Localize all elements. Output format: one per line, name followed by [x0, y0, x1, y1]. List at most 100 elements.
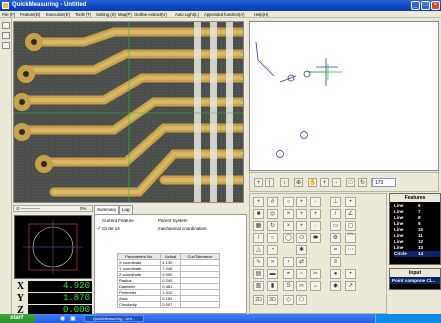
tool-select-icon[interactable]: [2, 22, 10, 29]
add-icon[interactable]: +: [296, 221, 307, 231]
triangle-icon[interactable]: △: [253, 245, 264, 255]
table-row[interactable]: Circularity 0.007: [116, 301, 220, 308]
parent-system-value: mechanical coordination: [158, 226, 207, 231]
curve-icon[interactable]: ∿: [253, 257, 264, 267]
rect-icon[interactable]: ▭: [330, 221, 341, 231]
table-icon[interactable]: ▤: [253, 269, 264, 279]
zoom-slider-icon[interactable]: ⊙ ──────: [16, 206, 40, 212]
angle-icon[interactable]: ∠: [345, 209, 356, 219]
target-icon[interactable]: ◎: [267, 209, 278, 219]
star-icon[interactable]: ✱: [296, 245, 307, 255]
feature-drawing: [255, 41, 342, 158]
view-2d-button[interactable]: 2D: [253, 295, 264, 305]
plus-icon[interactable]: +: [310, 209, 321, 219]
cross-point-icon[interactable]: +: [296, 197, 307, 207]
grid-icon[interactable]: ▦: [253, 221, 264, 231]
circle-big-icon[interactable]: ◯: [283, 233, 294, 243]
input-value[interactable]: Point compone Cl...: [390, 277, 440, 284]
cube-icon[interactable]: ◇: [283, 295, 294, 305]
fit-view-icon[interactable]: □: [346, 178, 355, 187]
arrow-icon[interactable]: ↗: [345, 281, 356, 291]
shape-icon[interactable]: ⬠: [296, 295, 307, 305]
menu-map[interactable]: Map(P): [118, 12, 132, 17]
menu-feature[interactable]: Feature(D): [20, 12, 40, 17]
circle-point-icon[interactable]: ○: [283, 197, 294, 207]
arc-icon[interactable]: ⌒: [345, 233, 356, 243]
s-curve-icon[interactable]: S: [283, 281, 294, 291]
minimize-button[interactable]: _: [411, 1, 420, 10]
measure-icon[interactable]: ⌖: [283, 269, 294, 279]
bar-icon[interactable]: ▬: [267, 269, 278, 279]
x-icon[interactable]: ×: [283, 221, 294, 231]
height-tool-icon[interactable]: ↕: [280, 178, 289, 187]
double-line-icon[interactable]: =: [330, 245, 341, 255]
title-bar[interactable]: QuickMeasuring - Untitled _ □ ×: [0, 0, 441, 11]
menu-help[interactable]: Help(H): [254, 12, 268, 17]
tilde-icon[interactable]: ~: [296, 269, 307, 279]
menu-appended-function[interactable]: Appended function(A): [204, 12, 245, 17]
taskbar-app-item[interactable]: QuickMeasuring - Unt...: [84, 315, 144, 322]
quick-launch-icon[interactable]: ◉: [60, 315, 65, 322]
rotate-icon[interactable]: ↻: [267, 221, 278, 231]
circle-tool-icon[interactable]: ○: [267, 233, 278, 243]
overview-scope[interactable]: [14, 215, 92, 279]
double-arrow-icon[interactable]: »: [267, 257, 278, 267]
zoom-out-icon[interactable]: -: [332, 178, 341, 187]
slash-line-icon[interactable]: /: [253, 233, 264, 243]
desktop-icon[interactable]: ▣: [70, 315, 76, 322]
x-mark-icon[interactable]: ×: [283, 209, 294, 219]
feature-item-selected[interactable]: Circle 14: [394, 251, 440, 257]
menu-setting[interactable]: Setting (S): [96, 12, 116, 17]
bars-icon[interactable]: ▮: [267, 281, 278, 291]
dim-icon[interactable]: ↔: [310, 281, 321, 291]
dot-icon[interactable]: •: [345, 197, 356, 207]
rect-tool-icon[interactable]: ▢: [345, 221, 356, 231]
zoom-input[interactable]: 173: [372, 178, 396, 187]
tab-log[interactable]: Log: [119, 205, 133, 214]
crosshair-icon[interactable]: +: [254, 178, 263, 187]
cut-icon[interactable]: ✂: [310, 269, 321, 279]
chevron-icon[interactable]: ›: [283, 257, 294, 267]
system-tray: [375, 314, 441, 323]
multi-point-icon[interactable]: #: [267, 197, 278, 207]
slot-icon[interactable]: ⬬: [310, 233, 321, 243]
drawing-view[interactable]: [249, 21, 439, 171]
diamond-icon[interactable]: ◆: [330, 281, 341, 291]
menu-file[interactable]: File (F): [2, 12, 15, 17]
start-button[interactable]: start: [0, 314, 36, 323]
ring-icon[interactable]: ◌: [310, 221, 321, 231]
maximize-button[interactable]: □: [421, 1, 430, 10]
pie-icon[interactable]: ◔: [267, 245, 278, 255]
loop-icon[interactable]: ∞: [296, 281, 307, 291]
record-icon[interactable]: ●: [330, 269, 341, 279]
line-tool-icon[interactable]: |: [265, 178, 274, 187]
tab-summary[interactable]: Summary: [94, 205, 120, 214]
view-3d-button[interactable]: 3D: [267, 295, 278, 305]
swap-icon[interactable]: ⇄: [296, 257, 307, 267]
menu-auto-light[interactable]: Auto Light(L): [175, 12, 199, 17]
close-button[interactable]: ×: [431, 1, 440, 10]
camera-view[interactable]: [13, 21, 244, 203]
tool-zoom-icon[interactable]: [2, 32, 10, 39]
point-icon[interactable]: +: [253, 197, 264, 207]
zoom-in-icon[interactable]: +: [320, 178, 329, 187]
focus-tool-icon[interactable]: ⊕: [294, 178, 303, 187]
dash-icon[interactable]: -: [310, 197, 321, 207]
ellipse-icon[interactable]: ⬭: [296, 233, 307, 243]
slash-icon[interactable]: /: [330, 209, 341, 219]
menu-execution[interactable]: Execution(E): [46, 12, 70, 17]
refresh-icon[interactable]: ↻: [358, 178, 367, 187]
menu-outline-extract[interactable]: Outline extract(U): [134, 12, 167, 17]
bullet-icon[interactable]: •: [345, 269, 356, 279]
pan-tool-icon[interactable]: ✋: [308, 178, 317, 187]
square-icon[interactable]: ■: [253, 209, 264, 219]
chart-icon[interactable]: ▥: [253, 281, 264, 291]
plus-red-icon[interactable]: +: [296, 209, 307, 219]
perpendicular-icon[interactable]: ⊥: [330, 197, 341, 207]
input-panel: Input Point compone Cl...: [389, 268, 441, 290]
list-icon[interactable]: ≡: [330, 257, 341, 267]
dots-icon[interactable]: ⋯: [345, 245, 356, 255]
tool-light-icon[interactable]: [2, 42, 10, 49]
gear-icon[interactable]: ⚙: [330, 233, 341, 243]
menu-tools[interactable]: Tools (T): [75, 12, 91, 17]
